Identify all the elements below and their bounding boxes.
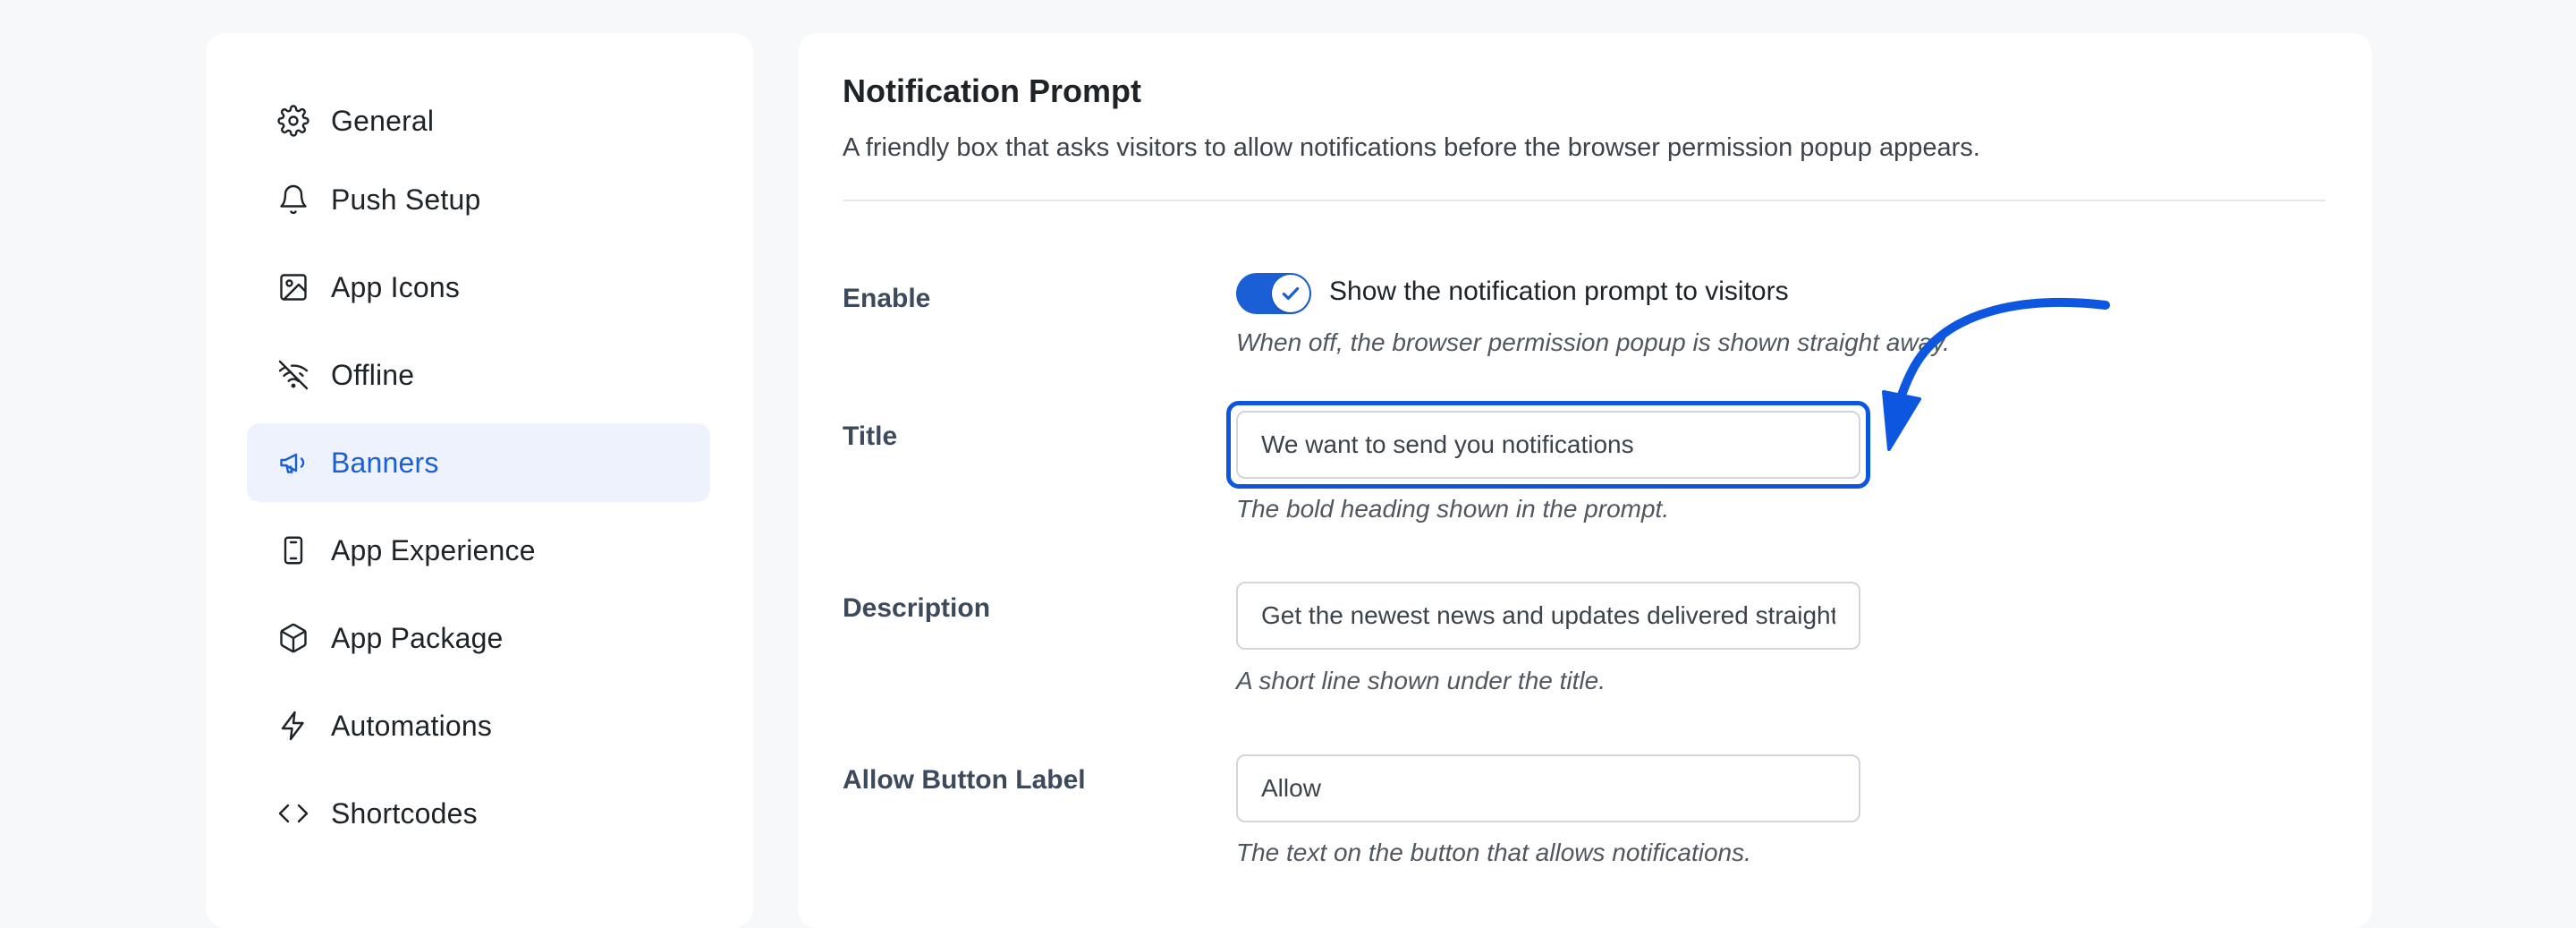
- toggle-knob: [1272, 275, 1309, 312]
- code-icon: [277, 797, 309, 830]
- sidebar-item-app-icons[interactable]: App Icons: [247, 248, 710, 327]
- sidebar-item-app-package[interactable]: App Package: [247, 599, 710, 677]
- sidebar-item-automations[interactable]: Automations: [247, 686, 710, 765]
- image-icon: [277, 271, 309, 303]
- description-help-text: A short line shown under the title.: [1236, 667, 1606, 694]
- section-description: A friendly box that asks visitors to all…: [843, 133, 1980, 162]
- title-label: Title: [843, 421, 898, 451]
- settings-sidebar: General Push Setup App Icons Offline Ban…: [206, 33, 753, 928]
- sidebar-item-label: General: [331, 104, 435, 137]
- allow-button-help-text: The text on the button that allows notif…: [1236, 839, 1751, 866]
- sidebar-item-label: App Experience: [331, 533, 536, 566]
- enable-toggle-label: Show the notification prompt to visitors: [1329, 277, 1789, 306]
- title-help-text: The bold heading shown in the prompt.: [1236, 495, 1670, 523]
- gear-icon: [277, 105, 309, 137]
- enable-help-text: When off, the browser permission popup i…: [1236, 328, 1950, 356]
- allow-button-label: Allow Button Label: [843, 765, 1086, 795]
- allow-button-input[interactable]: [1236, 754, 1860, 822]
- sidebar-item-shortcodes[interactable]: Shortcodes: [247, 774, 710, 853]
- divider: [843, 200, 2326, 201]
- package-icon: [277, 622, 309, 654]
- sidebar-item-label: Banners: [331, 446, 439, 479]
- sidebar-item-label: App Package: [331, 621, 504, 654]
- sidebar-item-offline[interactable]: Offline: [247, 336, 710, 414]
- enable-label: Enable: [843, 284, 931, 313]
- checkmark-icon: [1282, 286, 1300, 301]
- description-label: Description: [843, 593, 991, 623]
- enable-toggle[interactable]: [1236, 273, 1311, 314]
- megaphone-icon: [277, 447, 309, 479]
- sidebar-item-push-setup[interactable]: Push Setup: [247, 160, 710, 239]
- section-title: Notification Prompt: [843, 72, 1141, 109]
- sidebar-item-label: App Icons: [331, 270, 461, 303]
- wifi-off-icon: [277, 359, 309, 391]
- sidebar-item-label: Offline: [331, 358, 415, 391]
- sidebar-item-app-experience[interactable]: App Experience: [247, 511, 710, 590]
- phone-icon: [277, 534, 309, 566]
- bell-icon: [277, 183, 309, 216]
- title-input[interactable]: [1236, 411, 1860, 479]
- sidebar-item-general[interactable]: General: [247, 81, 710, 160]
- sidebar-item-label: Push Setup: [331, 183, 481, 216]
- sidebar-item-banners[interactable]: Banners: [247, 423, 710, 502]
- lightning-icon: [277, 710, 309, 742]
- sidebar-item-label: Shortcodes: [331, 796, 478, 830]
- description-input[interactable]: [1236, 582, 1860, 650]
- notification-prompt-panel: Notification Prompt A friendly box that …: [798, 33, 2372, 928]
- sidebar-item-label: Automations: [331, 709, 493, 742]
